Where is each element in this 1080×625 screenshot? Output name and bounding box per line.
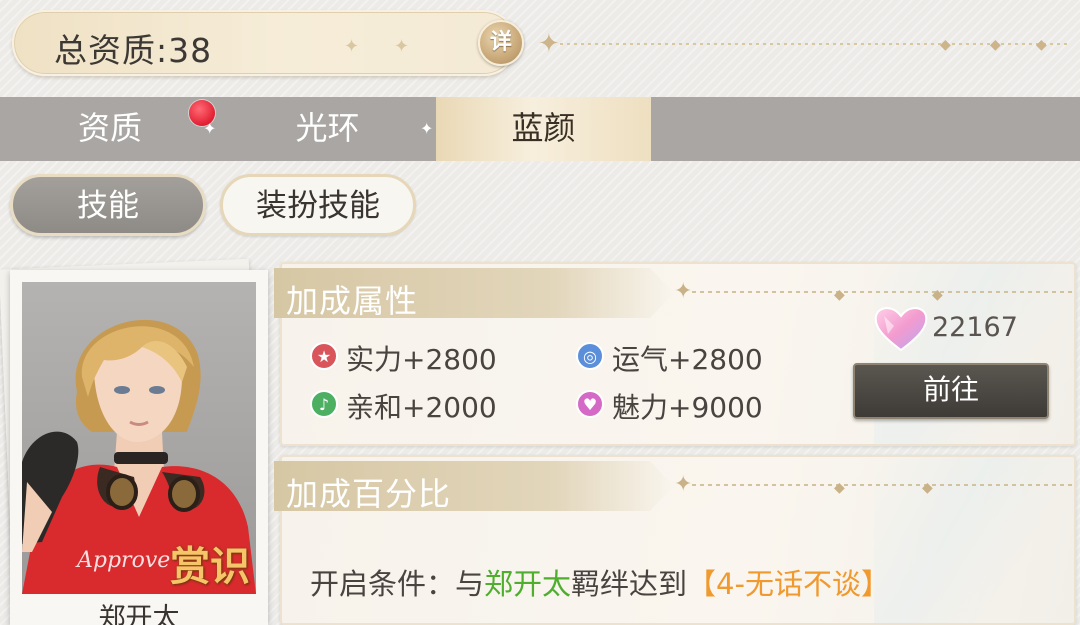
sparkle-icon: ✦ [674,472,693,497]
character-portrait: Approve 赏识 [22,282,256,594]
tab-aura[interactable]: 光环 [220,97,435,161]
bonus-percent-panel: 加成百分比 ✦ ◆ ◆ 开启条件：与郑开太羁绊达到【4-无话不谈】 [274,455,1076,625]
stat-label: 运气+2800 [612,343,763,376]
heart-icon: ♥ [576,390,604,418]
tab-confidant[interactable]: 蓝颜 [436,97,651,161]
tab-label: 蓝颜 [511,109,576,147]
character-card[interactable]: Approve 赏识 郑开太 [10,270,268,625]
tab-label: 光环 [295,109,360,147]
svg-text:Approve: Approve [75,548,170,573]
sparkle-icon: ◆ [834,480,845,496]
sparkle-icon: ◆ [1036,37,1047,53]
goto-button[interactable]: 前往 [853,363,1049,419]
subtab-label: 装扮技能 [256,188,380,224]
stat-label: 实力+2800 [346,343,497,376]
subtab-outfit-skill[interactable]: 装扮技能 [220,174,416,236]
detail-button[interactable]: 详 [478,20,524,66]
condition-middle: 羁绊达到 [571,567,688,601]
sparkle-icon: ◆ [940,37,951,53]
sparkle-icon: ✦ [394,36,410,57]
sparkle-icon: ◆ [834,287,845,303]
notification-dot [189,100,215,126]
total-aptitude-label: 总资质:38 [54,31,213,70]
sparkle-icon: ✦ [344,36,360,57]
total-aptitude-bar: 总资质:38 ✦ ✦ [12,10,517,76]
panel-title: 加成百分比 [286,475,452,513]
panel-title: 加成属性 [286,282,419,320]
tab-aptitude[interactable]: 资质 [0,97,220,161]
crystal-heart-icon [874,307,928,352]
decorative-divider [692,291,1072,293]
affection-badge: 赏识 [170,543,250,590]
bonus-attributes-panel: 加成属性 ✦ ◆ ◆ ★ 实力+2800 ◎ 运气+2800 ♪ 亲和+2000… [274,262,1076,446]
luck-icon: ◎ [576,342,604,370]
condition-level: 【4-无话不谈】 [687,567,890,601]
panel-header: 加成属性 [274,268,674,318]
subtab-label: 技能 [77,188,139,224]
sparkle-icon: ✦ [420,119,434,138]
tab-label: 资质 [77,109,142,147]
decorative-divider [692,484,1072,486]
sparkle-icon: ✦ [538,29,560,59]
tab-bar: 资质 光环 蓝颜 ✦ ✦ [0,97,1080,161]
condition-character: 郑开太 [484,567,572,601]
currency-value: 22167 [932,312,1018,343]
star-icon: ★ [310,342,338,370]
condition-prefix: 开启条件：与 [310,567,485,601]
sparkle-icon: ◆ [922,480,933,496]
stat-label: 亲和+2000 [346,391,497,424]
sparkle-icon: ◆ [990,37,1001,53]
stat-label: 魅力+9000 [612,391,763,424]
sparkle-icon: ✦ [674,279,693,304]
character-name: 郑开太 [98,603,180,625]
sparkle-icon: ◆ [932,287,943,303]
affinity-icon: ♪ [310,390,338,418]
unlock-condition: 开启条件：与郑开太羁绊达到【4-无话不谈】 [310,561,890,603]
panel-shine [874,457,1074,623]
subtab-skill[interactable]: 技能 [10,174,206,236]
panel-header: 加成百分比 [274,461,674,511]
